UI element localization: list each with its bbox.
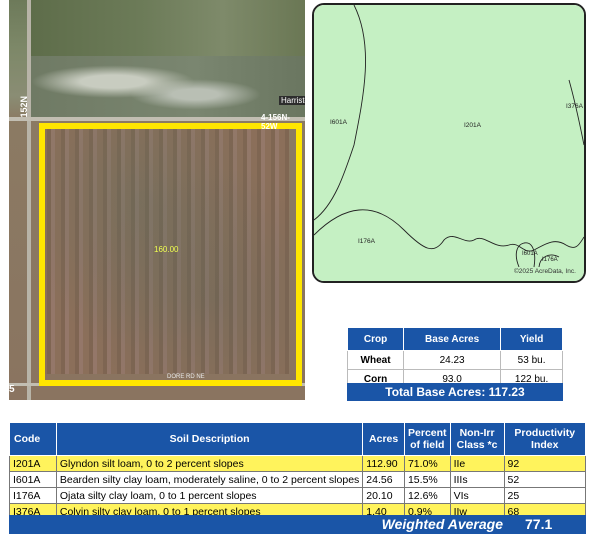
soil-code: I176A [9, 487, 57, 504]
code-header: Code [9, 422, 57, 456]
weighted-average-value: 77.1 [525, 516, 553, 532]
field-boundary [39, 123, 302, 386]
crop-name: Wheat [346, 350, 405, 370]
soil-label-2: I201A [464, 122, 481, 129]
soil-label-5: I601A [522, 251, 538, 257]
table-row: Wheat 24.23 53 bu. [346, 350, 563, 370]
soil-index: 92 [503, 455, 587, 472]
road-label-vertical: 152N [19, 96, 29, 118]
soil-index: 25 [503, 487, 587, 504]
table-row: I176A Ojata silty clay loam, 0 to 1 perc… [9, 487, 587, 504]
soil-percent: 12.6% [403, 487, 451, 504]
soil-code: I601A [9, 471, 57, 488]
soil-description: Glyndon silt loam, 0 to 2 percent slopes [55, 455, 364, 472]
class-header: Non-Irr Class *c [449, 422, 505, 456]
field-acres-label: 160.00 [154, 245, 179, 254]
bottom-road-label: DORE RD NE [167, 374, 205, 380]
crop-header: Crop [346, 327, 405, 351]
base-acres-header: Base Acres [403, 327, 502, 351]
soil-map-drawing [314, 5, 584, 281]
soil-description: Bearden silty clay loam, moderately sali… [55, 471, 364, 488]
soil-label-6: I176A [542, 257, 558, 263]
soil-acres: 20.10 [362, 487, 405, 504]
map-credit: ©2025 AcreData, Inc. [514, 268, 576, 275]
index-header: Productivity Index [503, 422, 587, 456]
acres-header: Acres [362, 422, 405, 456]
crop-yield: 53 bu. [500, 350, 563, 370]
soil-percent: 71.0% [403, 455, 451, 472]
total-base-acres: Total Base Acres: 117.23 [347, 383, 563, 401]
road-label-horizontal: 4-156N-52W [261, 113, 290, 131]
middle-field [31, 56, 305, 120]
soil-table: Code Soil Description Acres Percent of f… [9, 422, 587, 520]
soil-map: I601A I201A I376A I176A I601A I176A ©202… [312, 3, 586, 283]
percent-header: Percent of field [403, 422, 451, 456]
soil-description: Ojata silty clay loam, 0 to 1 percent sl… [55, 487, 364, 504]
description-header: Soil Description [55, 422, 364, 456]
soil-label-4: I176A [358, 238, 375, 245]
soil-label-3: I376A [566, 103, 583, 110]
weighted-average-bar: Weighted Average 77.1 [9, 515, 586, 534]
table-row: I201A Glyndon silt loam, 0 to 2 percent … [9, 455, 587, 472]
north-field [31, 0, 305, 56]
soil-class: IIe [449, 455, 505, 472]
crop-base-acres: 24.23 [403, 350, 502, 370]
town-label: Harriston [279, 96, 305, 105]
soil-index: 52 [503, 471, 587, 488]
soil-class: IIIs [449, 471, 505, 488]
yield-header: Yield [500, 327, 563, 351]
crop-table: Crop Base Acres Yield Wheat 24.23 53 bu.… [346, 327, 563, 389]
soil-acres: 24.56 [362, 471, 405, 488]
soil-label-1: I601A [330, 119, 347, 126]
soil-code: I201A [9, 455, 57, 472]
soil-class: VIs [449, 487, 505, 504]
table-row: I601A Bearden silty clay loam, moderatel… [9, 471, 587, 488]
corner-label: 5 [9, 384, 15, 395]
weighted-average-label: Weighted Average [381, 516, 503, 532]
road-vertical [27, 0, 31, 400]
soil-percent: 15.5% [403, 471, 451, 488]
soil-acres: 112.90 [362, 455, 405, 472]
aerial-photo: 160.00 152N Harriston 4-156N-52W DORE RD… [9, 0, 305, 400]
